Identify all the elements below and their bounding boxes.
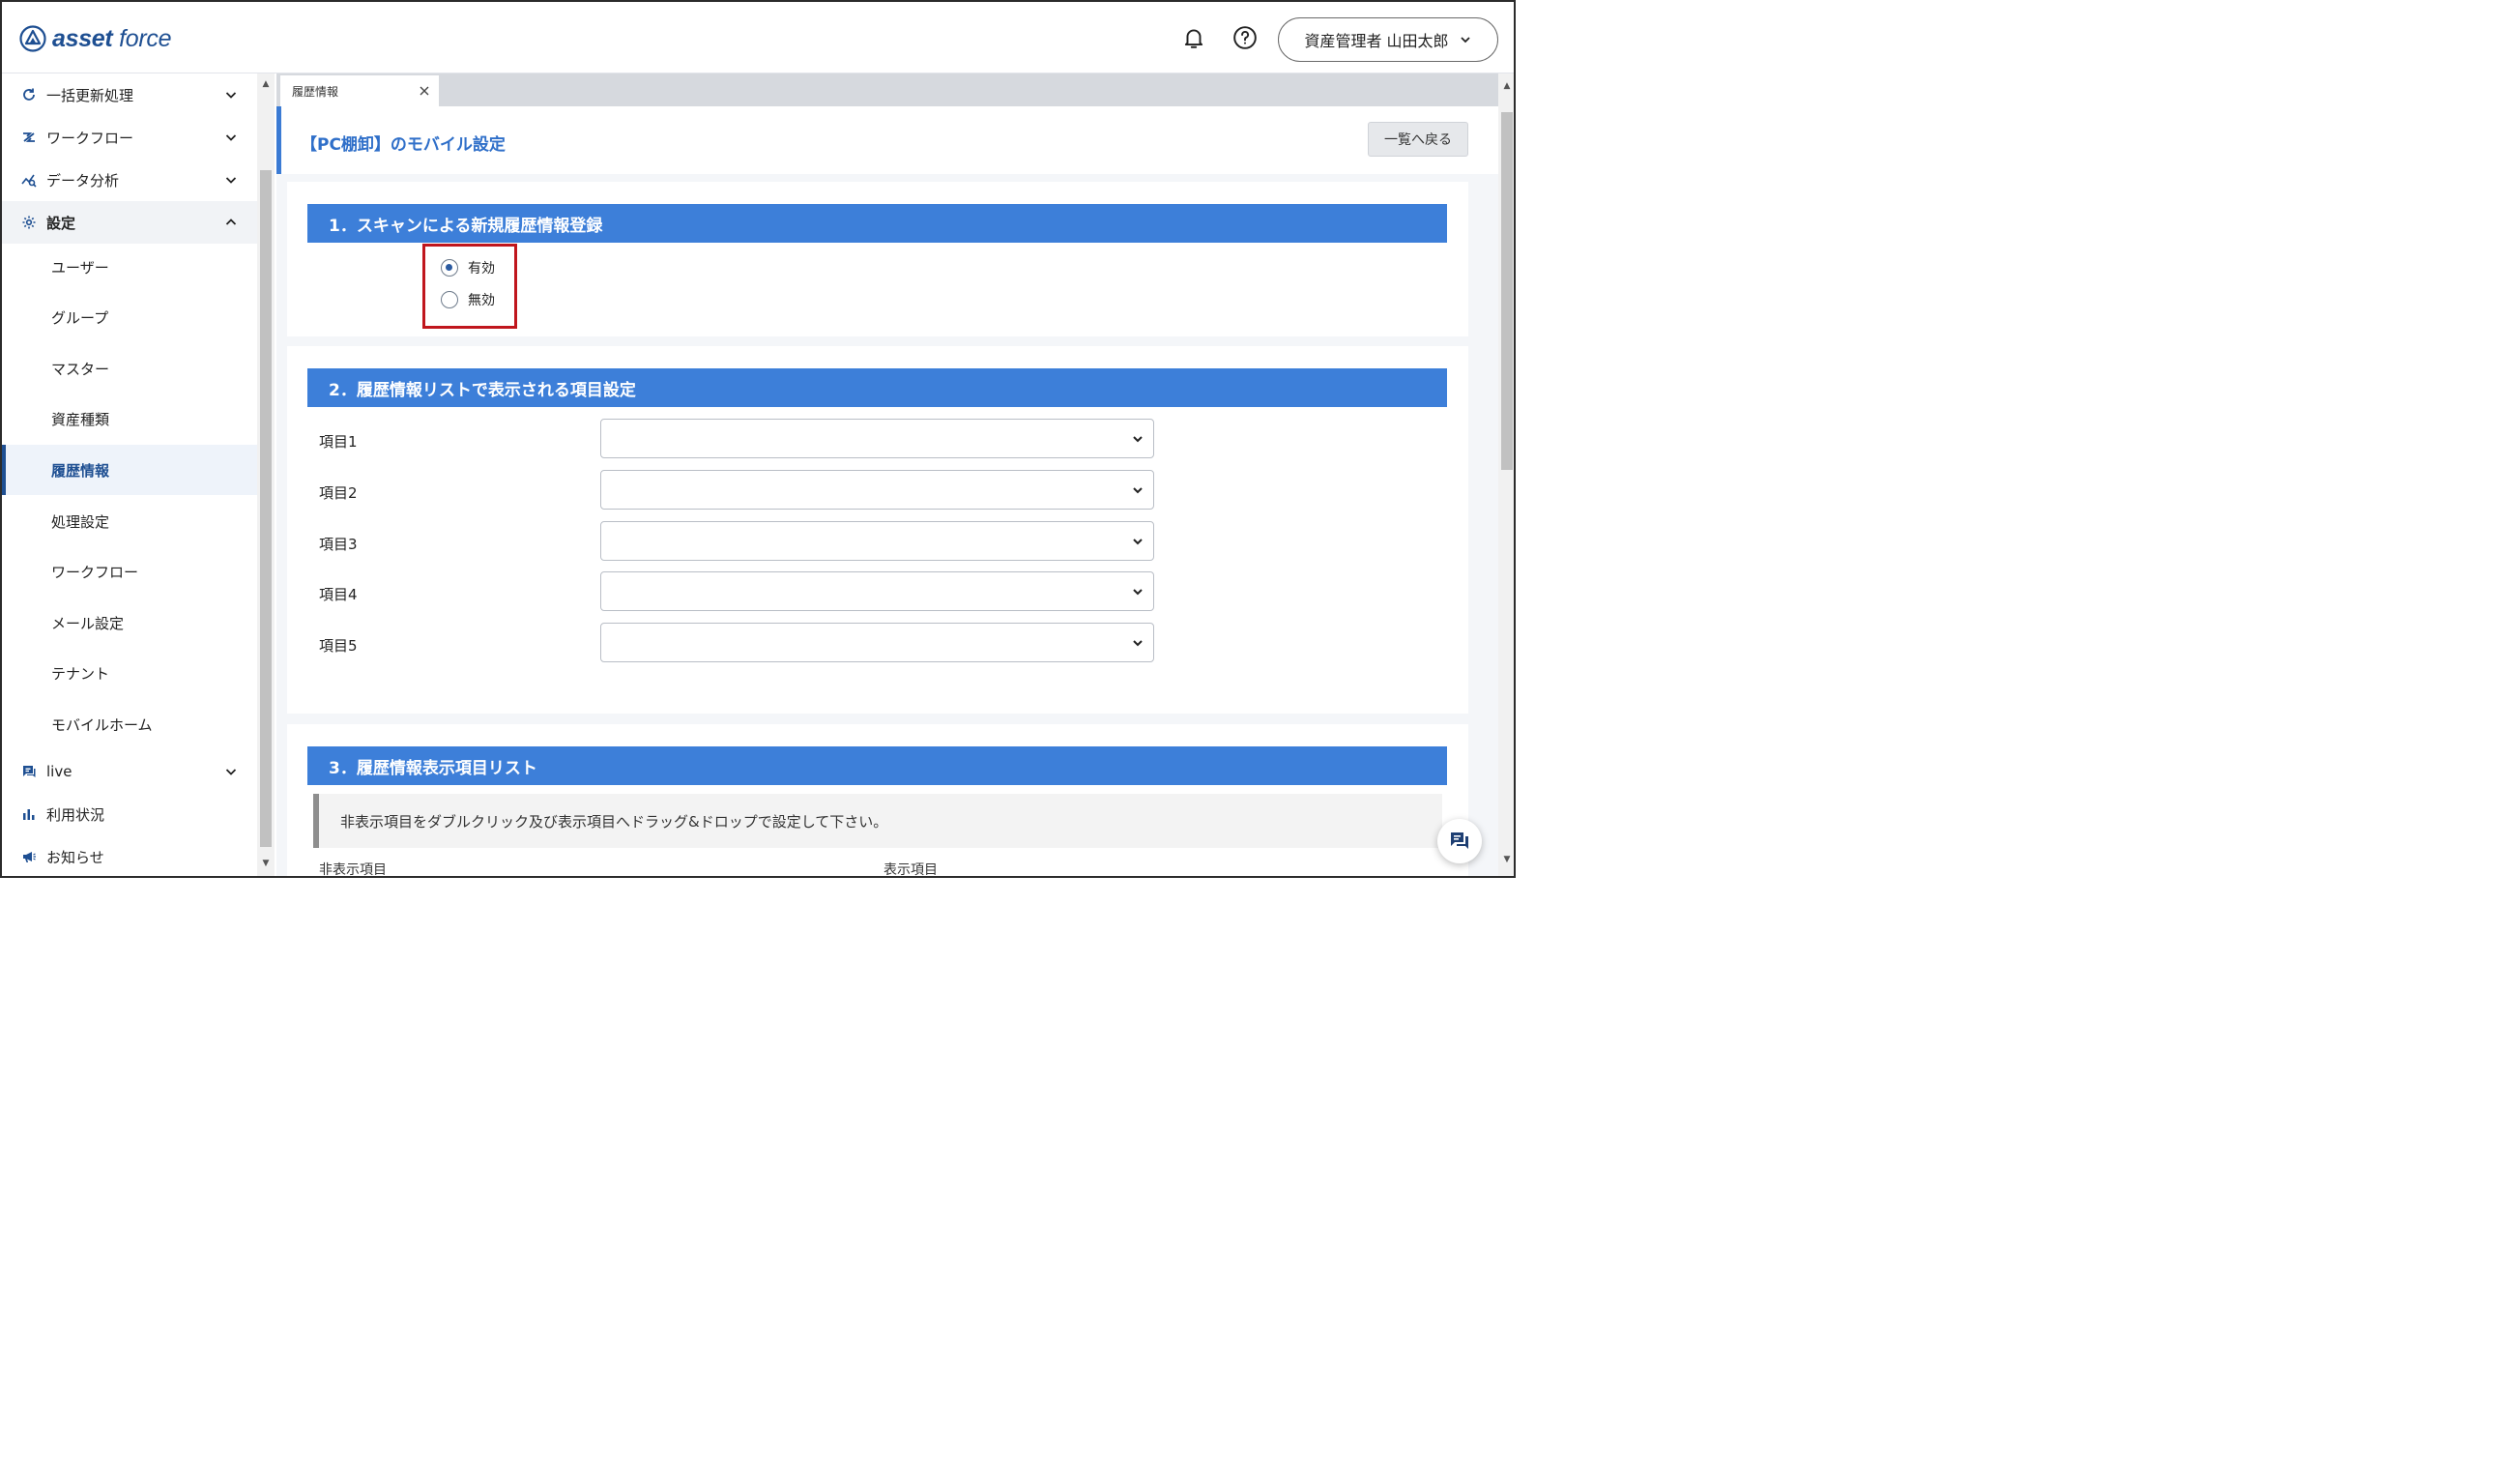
app-window: asset force 資産管理者 山田太郎 一括更新処理 ワークフロー データ…	[0, 0, 1516, 878]
refresh-icon	[23, 88, 35, 101]
user-name: 資産管理者 山田太郎	[1304, 32, 1449, 50]
sidebar-item-asset-types[interactable]: 資産種類	[2, 394, 257, 444]
sidebar-item-notices[interactable]: お知らせ	[2, 835, 257, 876]
sidebar-scrollbar[interactable]: ▲ ▼	[257, 73, 275, 876]
chat-icon	[1451, 832, 1468, 849]
section-2-header: 2．履歴情報リストで表示される項目設定	[307, 368, 1447, 407]
gear-icon	[22, 216, 36, 229]
sidebar: 一括更新処理 ワークフロー データ分析 設定 ユーザー グループ マスター 資産…	[2, 73, 257, 876]
sidebar-item-workflow[interactable]: ワークフロー	[2, 116, 257, 159]
chevron-down-icon	[1133, 640, 1143, 647]
instruction-note: 非表示項目をダブルクリック及び表示項目へドラッグ&ドロップで設定して下さい。	[313, 794, 1442, 848]
logo-text: asset force	[52, 24, 172, 52]
field-label-item3: 項目3	[319, 536, 358, 553]
sidebar-item-history[interactable]: 履歴情報	[2, 445, 257, 495]
sidebar-item-groups[interactable]: グループ	[2, 292, 257, 342]
radio-enabled[interactable]: 有効	[441, 258, 495, 277]
bell-icon[interactable]	[1181, 25, 1206, 50]
scroll-up-arrow-icon[interactable]: ▲	[261, 79, 271, 89]
sidebar-item-live[interactable]: live	[2, 750, 257, 793]
chevron-down-icon	[1133, 436, 1143, 443]
section-3-header: 3．履歴情報表示項目リスト	[307, 746, 1447, 785]
item2-select[interactable]	[600, 470, 1154, 510]
app-header: asset force 資産管理者 山田太郎	[2, 2, 1514, 73]
item3-select[interactable]	[600, 521, 1154, 561]
item4-select[interactable]	[600, 571, 1154, 611]
live-icon	[23, 766, 36, 777]
page-title-bar: 【PC棚卸】のモバイル設定 一覧へ戻る	[276, 106, 1498, 174]
field-label-item2: 項目2	[319, 484, 358, 502]
workflow-icon	[23, 132, 35, 142]
scrollbar-thumb[interactable]	[260, 170, 272, 847]
section-list-item-settings: 2．履歴情報リストで表示される項目設定 項目1 項目2 項目3 項目4 項目5	[287, 346, 1468, 714]
megaphone-icon	[23, 852, 36, 862]
radio-disabled[interactable]: 無効	[441, 290, 495, 309]
field-label-item1: 項目1	[319, 433, 358, 451]
radio-button-unchecked[interactable]	[441, 291, 458, 308]
chevron-down-icon	[1133, 539, 1143, 545]
section-scan-registration: 1．スキャンによる新規履歴情報登録 有効 無効	[287, 182, 1468, 336]
sidebar-item-data-analysis[interactable]: データ分析	[2, 159, 257, 201]
close-icon[interactable]	[418, 84, 431, 98]
sidebar-item-settings[interactable]: 設定	[2, 201, 257, 244]
sidebar-item-bulk-update[interactable]: 一括更新処理	[2, 73, 257, 116]
scrollbar-thumb[interactable]	[1501, 112, 1513, 470]
radio-button-checked[interactable]	[441, 259, 458, 277]
chevron-down-icon	[225, 177, 237, 184]
hidden-items-label: 非表示項目	[319, 862, 387, 878]
item5-select[interactable]	[600, 623, 1154, 662]
sidebar-item-workflow-settings[interactable]: ワークフロー	[2, 546, 257, 597]
scroll-down-arrow-icon[interactable]: ▼	[261, 859, 271, 868]
main-content: 履歴情報 【PC棚卸】のモバイル設定 一覧へ戻る 1．スキャンによる新規履歴情報…	[276, 73, 1498, 878]
page-title: 【PC棚卸】のモバイル設定	[301, 135, 506, 155]
bar-chart-icon	[23, 809, 35, 820]
highlight-box: 有効 無効	[422, 244, 517, 329]
field-label-item4: 項目4	[319, 586, 358, 603]
field-label-item5: 項目5	[319, 637, 358, 655]
scroll-up-arrow-icon[interactable]: ▲	[1502, 81, 1512, 91]
chevron-down-icon	[225, 92, 237, 99]
assetforce-logo-icon	[19, 25, 46, 52]
chevron-up-icon	[225, 219, 237, 225]
section-display-item-list: 3．履歴情報表示項目リスト 非表示項目をダブルクリック及び表示項目へドラッグ&ド…	[287, 724, 1468, 878]
analytics-icon	[21, 174, 37, 188]
chevron-down-icon	[1133, 589, 1143, 596]
tab-history[interactable]: 履歴情報	[280, 75, 439, 106]
sidebar-item-tenant[interactable]: テナント	[2, 648, 257, 698]
sidebar-item-usage[interactable]: 利用状況	[2, 793, 257, 835]
item1-select[interactable]	[600, 419, 1154, 458]
sidebar-item-mobile-home[interactable]: モバイルホーム	[2, 699, 257, 749]
help-icon[interactable]	[1232, 25, 1258, 50]
section-1-header: 1．スキャンによる新規履歴情報登録	[307, 204, 1447, 243]
back-to-list-button[interactable]: 一覧へ戻る	[1368, 122, 1468, 157]
scroll-down-arrow-icon[interactable]: ▼	[1502, 855, 1512, 864]
chevron-down-icon	[225, 769, 237, 775]
main-scrollbar[interactable]: ▲ ▼	[1498, 73, 1514, 876]
chat-button[interactable]	[1437, 819, 1482, 863]
logo[interactable]: asset force	[19, 23, 172, 54]
chevron-down-icon	[225, 134, 237, 141]
chevron-down-icon	[1460, 37, 1470, 44]
chevron-down-icon	[1133, 487, 1143, 494]
user-menu-button[interactable]: 資産管理者 山田太郎	[1278, 17, 1498, 62]
tab-bar: 履歴情報	[276, 73, 1498, 106]
sidebar-item-mail-settings[interactable]: メール設定	[2, 598, 257, 648]
sidebar-item-users[interactable]: ユーザー	[2, 242, 257, 292]
sidebar-item-master[interactable]: マスター	[2, 343, 257, 394]
shown-items-label: 表示項目	[883, 862, 938, 878]
sidebar-item-process-settings[interactable]: 処理設定	[2, 496, 257, 546]
